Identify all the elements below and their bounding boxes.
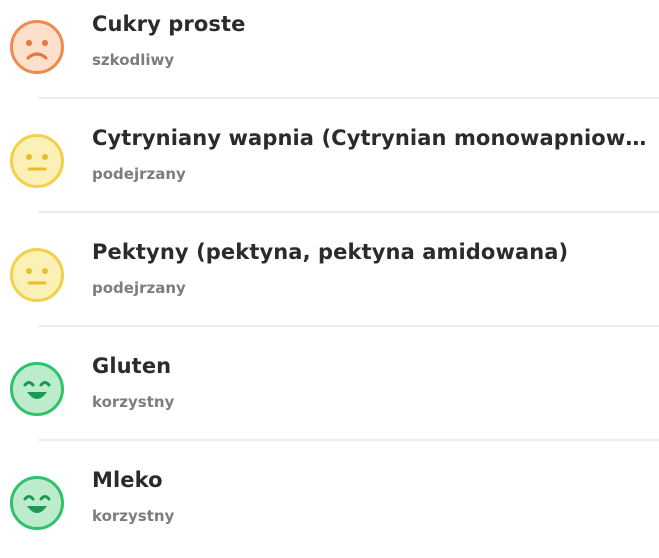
ingredient-status: podejrzany <box>92 165 186 183</box>
ingredient-status: korzystny <box>92 507 175 525</box>
divider <box>38 97 659 99</box>
ingredient-name: Mleko <box>92 468 163 492</box>
neutral-face-icon <box>9 133 65 189</box>
ingredient-status: szkodliwy <box>92 51 175 69</box>
ingredient-name: Gluten <box>92 354 172 378</box>
divider <box>38 439 659 441</box>
ingredient-item-cukry-proste[interactable]: Cukry proste szkodliwy <box>0 0 659 102</box>
ingredient-item-gluten[interactable]: Gluten korzystny <box>0 330 659 444</box>
divider <box>38 325 659 327</box>
ingredient-name: Pektyny (pektyna, pektyna amidowana) <box>92 240 569 264</box>
divider <box>38 211 659 213</box>
sad-face-icon <box>9 19 65 75</box>
ingredient-list: Cukry proste szkodliwy Cytryniany wapnia… <box>0 0 659 530</box>
ingredient-status: podejrzany <box>92 279 186 297</box>
happy-face-icon <box>9 361 65 417</box>
ingredient-item-pektyny[interactable]: Pektyny (pektyna, pektyna amidowana) pod… <box>0 216 659 330</box>
ingredient-item-mleko[interactable]: Mleko korzystny <box>0 444 659 558</box>
ingredient-item-cytryniany-wapnia[interactable]: Cytryniany wapnia (Cytrynian monowapniow… <box>0 102 659 216</box>
ingredient-status: korzystny <box>92 393 175 411</box>
neutral-face-icon <box>9 247 65 303</box>
ingredient-name: Cukry proste <box>92 12 246 36</box>
ingredient-name: Cytryniany wapnia (Cytrynian monowapniow… <box>92 126 652 150</box>
happy-face-icon <box>9 475 65 531</box>
